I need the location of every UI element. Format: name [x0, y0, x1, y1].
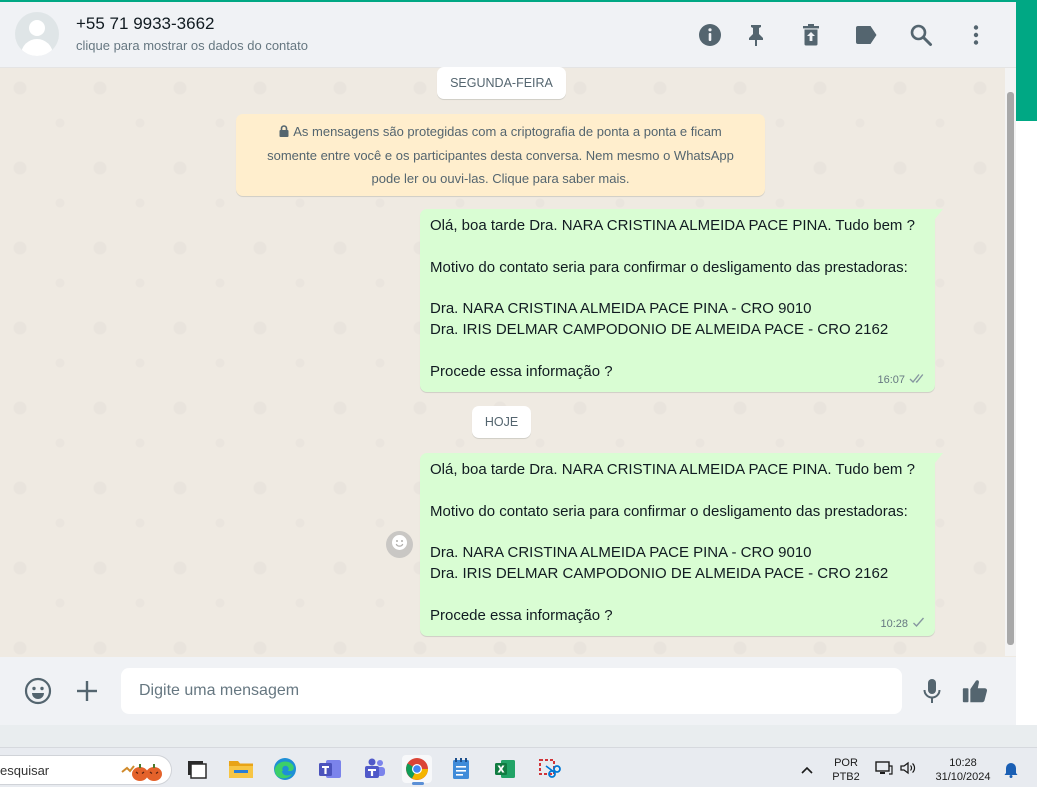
notification-bell-icon[interactable]: [1003, 760, 1019, 783]
encryption-notice-line: somente entre você e os participantes de…: [267, 148, 734, 163]
thumbs-up-icon[interactable]: [961, 677, 989, 705]
excel-icon[interactable]: [490, 755, 520, 783]
message-text-line: Dra. IRIS DELMAR CAMPODONIO DE ALMEIDA P…: [430, 564, 889, 582]
message-text-line: [430, 341, 925, 362]
label-icon[interactable]: [853, 22, 879, 48]
double-check-icon: [909, 373, 926, 387]
encryption-notice-line: As mensagens são protegidas com a cripto…: [293, 124, 722, 139]
pin-icon[interactable]: [743, 22, 769, 48]
message-text-line: Motivo do contato seria para confirmar o…: [430, 258, 908, 276]
outgoing-message[interactable]: Olá, boa tarde Dra. NARA CRISTINA ALMEID…: [420, 209, 943, 392]
message-text-line: [430, 278, 925, 299]
chat-header[interactable]: +55 71 9933-3662 clique para mostrar os …: [0, 2, 1016, 68]
halloween-pumpkins-icon: [120, 760, 166, 782]
microphone-icon[interactable]: [918, 677, 946, 705]
background-window-edge: [1016, 0, 1037, 747]
delete-icon[interactable]: [798, 22, 824, 48]
taskbar-search-text: esquisar: [0, 763, 50, 778]
message-text-line: Dra. IRIS DELMAR CAMPODONIO DE ALMEIDA P…: [430, 320, 889, 338]
volume-icon[interactable]: [899, 760, 917, 781]
smiley-icon: [391, 534, 408, 556]
lock-icon: [279, 121, 289, 144]
edge-browser-icon[interactable]: [270, 755, 300, 783]
message-text-line: [430, 237, 925, 258]
clock-date: 31/10/2024: [935, 771, 991, 783]
message-text-line: Procede essa informação ?: [430, 606, 613, 624]
teams-work-icon[interactable]: [315, 755, 345, 783]
info-icon[interactable]: [697, 22, 723, 48]
tray-chevron-up-icon[interactable]: [800, 762, 814, 780]
reaction-button[interactable]: [386, 531, 413, 558]
single-check-icon: [912, 617, 926, 631]
taskbar-search-box[interactable]: esquisar: [0, 755, 172, 785]
snipping-tool-icon[interactable]: [534, 755, 564, 783]
keyboard-layout: PTB2: [832, 771, 860, 783]
window-bottom-strip: [0, 725, 1037, 747]
outgoing-message[interactable]: Olá, boa tarde Dra. NARA CRISTINA ALMEID…: [420, 453, 943, 636]
encryption-notice[interactable]: As mensagens são protegidas com a cripto…: [236, 114, 765, 196]
contact-name[interactable]: +55 71 9933-3662: [76, 14, 215, 34]
notepad-icon[interactable]: [446, 755, 476, 783]
message-time: 16:07: [877, 374, 905, 386]
message-text-line: Motivo do contato seria para confirmar o…: [430, 502, 908, 520]
message-text-line: [430, 481, 925, 502]
message-composer: [0, 657, 1016, 725]
encryption-notice-line: pode ler ou ouvi-las. Clique para saber …: [371, 171, 630, 186]
file-explorer-icon[interactable]: [226, 755, 256, 783]
contact-avatar[interactable]: [15, 12, 59, 56]
chrome-icon[interactable]: [402, 755, 432, 785]
message-text-line: Procede essa informação ?: [430, 362, 613, 380]
keyboard-language[interactable]: POR PTB2: [828, 756, 864, 784]
message-time: 10:28: [880, 618, 908, 630]
clock[interactable]: 10:28 31/10/2024: [928, 756, 998, 784]
message-text-line: [430, 585, 925, 606]
message-input[interactable]: [121, 668, 902, 714]
bubble-tail: [935, 209, 943, 219]
date-separator: SEGUNDA-FEIRA: [437, 67, 566, 99]
message-text-line: Olá, boa tarde Dra. NARA CRISTINA ALMEID…: [430, 217, 915, 234]
menu-icon[interactable]: [963, 22, 989, 48]
attach-plus-icon[interactable]: [73, 677, 101, 705]
teams-icon[interactable]: [359, 755, 389, 783]
date-separator: HOJE: [472, 406, 531, 438]
message-text-line: Dra. NARA CRISTINA ALMEIDA PACE PINA - C…: [430, 300, 812, 318]
message-text-line: Dra. NARA CRISTINA ALMEIDA PACE PINA - C…: [430, 544, 812, 562]
message-text-line: Olá, boa tarde Dra. NARA CRISTINA ALMEID…: [430, 461, 915, 478]
message-meta: 16:07: [877, 373, 926, 387]
emoji-icon[interactable]: [24, 677, 52, 705]
search-icon[interactable]: [908, 22, 934, 48]
message-text-line: [430, 522, 925, 543]
chat-scrollbar-thumb[interactable]: [1007, 92, 1014, 645]
bubble-tail: [935, 453, 943, 463]
message-meta: 10:28: [880, 617, 926, 631]
network-icon[interactable]: [875, 760, 893, 781]
task-view-icon[interactable]: [181, 755, 211, 783]
language-code: POR: [834, 757, 858, 769]
contact-subtitle[interactable]: clique para mostrar os dados do contato: [76, 38, 308, 53]
windows-taskbar: esquisar POR PTB2 10:28 31/10/2024: [0, 747, 1037, 787]
clock-time: 10:28: [949, 757, 977, 769]
